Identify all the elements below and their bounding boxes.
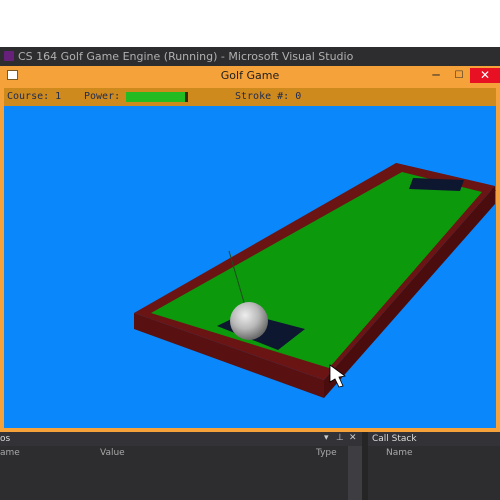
power-meter (126, 92, 188, 102)
autos-col-value[interactable]: Value (100, 448, 125, 458)
golf-course-scene (134, 163, 496, 398)
autos-col-name[interactable]: ame (0, 448, 20, 458)
autos-pane-title: os (0, 434, 11, 444)
hud-bar: Course: 1 Power: Stroke #: 0 (4, 88, 496, 106)
window-title: Golf Game (220, 69, 280, 82)
game-viewport[interactable] (4, 106, 496, 428)
vs-window-title: CS 164 Golf Game Engine (Running) - Micr… (18, 50, 354, 63)
callstack-col-name[interactable]: Name (386, 448, 413, 458)
course-label: Course: 1 (7, 91, 62, 102)
autos-col-type[interactable]: Type (316, 448, 337, 458)
minimize-button[interactable]: ─ (427, 68, 445, 83)
stroke-counter: Stroke #: 0 (235, 91, 302, 102)
autos-scrollbar[interactable] (348, 446, 362, 500)
callstack-pane-title: Call Stack (372, 434, 417, 444)
golf-ball[interactable] (230, 302, 268, 340)
autos-pane-header[interactable]: os ▾ ⊥ ✕ (0, 432, 362, 446)
callstack-pane-header[interactable]: Call Stack (368, 432, 500, 446)
visual-studio-icon (4, 51, 14, 61)
pane-close-icon[interactable]: ✕ (349, 433, 357, 443)
close-button[interactable]: ✕ (470, 68, 500, 83)
dropdown-icon[interactable]: ▾ (324, 433, 329, 443)
vs-titlebar: CS 164 Golf Game Engine (Running) - Micr… (0, 47, 500, 66)
power-label: Power: (84, 91, 121, 102)
golf-game-window: Golf Game ─ ☐ ✕ Course: 1 Power: Stroke … (0, 66, 500, 432)
power-meter-fill (126, 92, 185, 102)
target-hole (409, 178, 464, 191)
window-titlebar[interactable]: Golf Game ─ ☐ ✕ (0, 66, 500, 86)
maximize-button[interactable]: ☐ (450, 68, 468, 83)
pin-icon[interactable]: ⊥ (336, 433, 344, 443)
debug-panel: os ▾ ⊥ ✕ ame Value Type Call Stack Name (0, 432, 500, 500)
